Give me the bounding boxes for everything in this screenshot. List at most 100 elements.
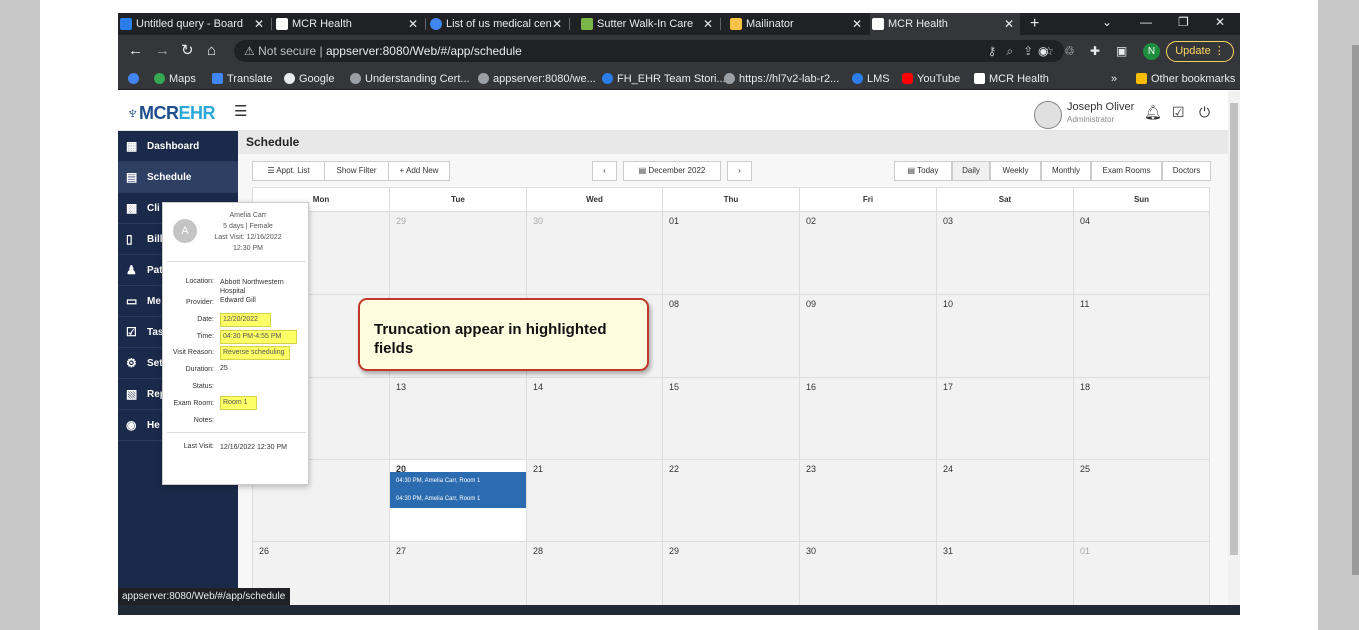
appointment-event[interactable]: 04:30 PM, Amelia Carr, Room 1 <box>390 490 526 508</box>
bookmark-understanding[interactable]: Understanding Cert... <box>350 68 470 90</box>
bookmark-translate[interactable]: Translate <box>212 68 272 90</box>
calendar-day[interactable]: 23 <box>800 460 937 542</box>
tab-sutter[interactable]: Sutter Walk-In Care ✕ <box>579 13 719 35</box>
calendar-day[interactable]: 14 <box>527 378 663 460</box>
month-picker[interactable]: ▤ December 2022 <box>623 161 721 181</box>
show-filter-button[interactable]: Show Filter <box>324 161 389 181</box>
menu-toggle-icon[interactable]: ☰ <box>234 102 247 120</box>
extension-icon[interactable]: ♲ <box>1064 43 1075 59</box>
calendar-day[interactable]: 02 <box>800 212 937 295</box>
calendar-day[interactable]: 30 <box>527 212 663 295</box>
bookmark-hl7[interactable]: https://hl7v2-lab-r2... <box>724 68 839 90</box>
profile-avatar[interactable]: N <box>1143 43 1160 60</box>
calendar-day[interactable]: 21 <box>527 460 663 542</box>
calendar-day[interactable]: 24 <box>937 460 1074 542</box>
update-label: Update <box>1175 45 1211 57</box>
month-label: December 2022 <box>648 166 706 175</box>
bookmark-lms[interactable]: LMS <box>852 68 890 90</box>
weekly-view-button[interactable]: Weekly <box>990 161 1041 181</box>
calendar-day[interactable]: 18 <box>1074 378 1210 460</box>
scrollbar-thumb[interactable] <box>1230 103 1238 555</box>
status-label: Status: <box>192 383 214 390</box>
tab-untitled-query[interactable]: Untitled query - Board ✕ <box>118 13 270 35</box>
calendar-day[interactable]: 13 <box>390 378 527 460</box>
calendar-day[interactable]: 10 <box>937 295 1074 378</box>
calendar-day[interactable]: 01 <box>663 212 800 295</box>
calendar-day[interactable]: 15 <box>663 378 800 460</box>
tab-medical-centers[interactable]: List of us medical cen ✕ <box>428 13 568 35</box>
patient-summary: Amelia Carr 5 days | Female Last Visit: … <box>193 210 303 254</box>
close-icon[interactable]: ✕ <box>1004 13 1014 35</box>
calendar-day[interactable]: 22 <box>663 460 800 542</box>
bookmark-google[interactable]: Google <box>284 68 334 90</box>
puzzle-icon[interactable]: ✚ <box>1090 43 1100 59</box>
close-icon[interactable]: ✕ <box>408 13 418 35</box>
exam-rooms-view-button[interactable]: Exam Rooms <box>1091 161 1162 181</box>
more-bookmarks-icon[interactable]: » <box>1111 68 1117 90</box>
tab-mcr-health-active[interactable]: MCR Health ✕ <box>870 13 1020 35</box>
user-name[interactable]: Joseph Oliver <box>1067 101 1134 113</box>
sidepanel-icon[interactable]: ▣ <box>1116 43 1127 59</box>
bookmark-other[interactable]: Other bookmarks <box>1136 68 1235 90</box>
appointment-event[interactable]: 04:30 PM, Amelia Carr, Room 1 <box>390 472 526 490</box>
bell-icon[interactable]: 🔔︎ <box>1144 104 1162 121</box>
today-button[interactable]: ▤ Today <box>894 161 952 181</box>
user-avatar[interactable] <box>1034 101 1062 129</box>
calendar-day[interactable]: 03 <box>937 212 1074 295</box>
bookmark-youtube[interactable]: YouTube <box>902 68 960 90</box>
clipboard-icon[interactable]: ☑ <box>1172 104 1185 121</box>
minimize-icon[interactable]: — <box>1140 13 1152 31</box>
calendar-day[interactable]: 17 <box>937 378 1074 460</box>
view-label: Today <box>917 166 939 175</box>
sidebar-item-dashboard[interactable]: ▦ Dashboard <box>118 131 238 162</box>
google-icon[interactable] <box>128 68 143 90</box>
calendar-day[interactable]: 16 <box>800 378 937 460</box>
url-input[interactable]: ⚠ Not secure | appserver:8080/Web/#/app/… <box>234 40 1064 62</box>
bookmark-fh-ehr[interactable]: FH_EHR Team Stori... <box>602 68 726 90</box>
calendar-day[interactable]: 08 <box>663 295 800 378</box>
last-visit-label: Last Visit: <box>183 443 214 450</box>
calendar-day[interactable]: 04 <box>1074 212 1210 295</box>
prev-month-button[interactable]: ‹ <box>592 161 617 181</box>
share-icon[interactable]: ⇪ <box>1023 44 1033 58</box>
next-month-button[interactable]: › <box>727 161 752 181</box>
monthly-view-button[interactable]: Monthly <box>1041 161 1091 181</box>
new-tab-icon[interactable]: + <box>1030 13 1039 35</box>
tab-mailinator[interactable]: Mailinator ✕ <box>728 13 868 35</box>
power-icon[interactable]: ⏻ <box>1199 104 1210 121</box>
appt-list-button[interactable]: ☰ Appt. List <box>252 161 325 181</box>
close-icon[interactable]: ✕ <box>254 13 264 35</box>
chevron-down-icon[interactable]: ⌄ <box>1102 13 1112 31</box>
bookmark-maps[interactable]: Maps <box>154 68 196 90</box>
tab-mcr-health[interactable]: MCR Health ✕ <box>274 13 424 35</box>
tab-title: MCR Health <box>292 18 352 30</box>
calendar-day[interactable]: 09 <box>800 295 937 378</box>
daily-view-button[interactable]: Daily <box>952 161 990 181</box>
bookmark-appserver[interactable]: appserver:8080/we... <box>478 68 596 90</box>
close-icon[interactable]: ✕ <box>852 13 862 35</box>
bookmark-mcr-health[interactable]: MCR Health <box>974 68 1049 90</box>
doctors-view-button[interactable]: Doctors <box>1162 161 1211 181</box>
page-scrollbar[interactable] <box>1228 91 1240 615</box>
bookmark-label: Google <box>299 73 335 85</box>
close-icon[interactable]: ✕ <box>552 13 562 35</box>
back-icon[interactable]: ← <box>128 41 143 61</box>
sidebar-item-schedule[interactable]: ▤ Schedule <box>118 162 238 193</box>
forward-icon[interactable]: → <box>155 41 170 61</box>
window-close-icon[interactable]: ✕ <box>1215 13 1225 31</box>
mcr-ehr-logo[interactable]: ♆MCREHR <box>126 103 216 124</box>
reload-icon[interactable]: ↻ <box>181 41 194 61</box>
key-icon[interactable]: ⚷ <box>988 44 997 58</box>
extension-g-icon[interactable]: ◉ <box>1038 43 1048 59</box>
tab-title: MCR Health <box>888 18 948 30</box>
calendar-day-today[interactable]: 20 04:30 PM, Amelia Carr, Room 1 04:30 P… <box>390 460 527 542</box>
zoom-icon[interactable]: ⌕ <box>1006 44 1013 58</box>
add-new-button[interactable]: + Add New <box>388 161 450 181</box>
home-icon[interactable]: ⌂ <box>207 41 216 61</box>
calendar-day[interactable]: 11 <box>1074 295 1210 378</box>
close-icon[interactable]: ✕ <box>703 13 713 35</box>
update-button[interactable]: Update ⋮ <box>1166 41 1234 62</box>
restore-icon[interactable]: ❐ <box>1178 13 1189 31</box>
calendar-day[interactable]: 29 <box>390 212 527 295</box>
calendar-day[interactable]: 25 <box>1074 460 1210 542</box>
